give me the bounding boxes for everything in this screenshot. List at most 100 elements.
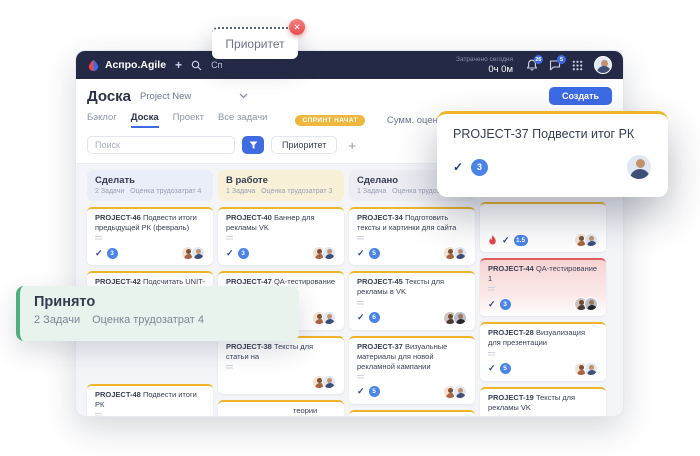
chevron-down-icon[interactable] — [239, 93, 248, 99]
search-input[interactable] — [87, 136, 235, 154]
task-card[interactable]: теории✓3 — [218, 399, 344, 416]
task-card[interactable]: PROJECT-23 Итоги РК✓5 — [349, 409, 475, 417]
priority-tooltip: Приоритет ✕ — [212, 19, 305, 59]
task-id: PROJECT-42 — [95, 277, 143, 287]
task-title: PROJECT-48 Подвести итоги РК — [95, 389, 197, 409]
task-card[interactable]: PROJECT-34 Подготовить тексты и картинки… — [349, 207, 475, 266]
task-card[interactable]: PROJECT-48 Подвести итоги РК✓2 — [87, 383, 213, 416]
estimate-badge: 3 — [471, 158, 489, 176]
task-footer: ✓ 1.5 — [488, 233, 598, 247]
task-card[interactable]: PROJECT-37 Визуальные материалы для ново… — [349, 335, 475, 404]
column-header: Сделать 2 Задачи Оценка трудозатрат 4 — [87, 170, 213, 201]
create-button[interactable]: Создать — [548, 87, 612, 105]
task-card[interactable]: PROJECT-44 QA-тестирование 1 ✓ 3 — [480, 258, 606, 317]
time-value: 0ч 0м — [488, 63, 513, 75]
task-id: PROJECT-47 — [226, 277, 274, 287]
tab-все-задачи[interactable]: Все задачи — [218, 112, 268, 128]
task-meta: ✓ 3 — [488, 298, 511, 310]
logo-icon — [88, 59, 99, 71]
nav-menu-fragment[interactable]: Сп — [211, 60, 222, 70]
man-avatar — [584, 361, 598, 376]
navbar-right: Затрачено сегодня 0ч 0м 26 5 — [456, 55, 612, 75]
task-id: PROJECT-48 — [95, 389, 143, 399]
app-window: Аспро.Agile + Сп Затрачено сегодня 0ч 0м… — [75, 50, 624, 417]
check-icon: ✓ — [488, 298, 496, 309]
avatars — [181, 246, 205, 261]
task-meta: ✓ 5 — [357, 386, 380, 398]
priority-filter-chip[interactable]: Приоритет — [271, 136, 338, 154]
apps-grid-icon[interactable] — [572, 60, 583, 71]
close-icon[interactable]: ✕ — [289, 19, 305, 35]
task-title: PROJECT-46 Подвести итоги предыдущей РК … — [95, 213, 197, 233]
task-card[interactable]: PROJECT-40 Баннер для рекламы VK ✓ 3 — [218, 207, 344, 266]
task-meta: ✓ 5 — [488, 363, 511, 374]
task-title: PROJECT-44 QA-тестирование 1 — [488, 264, 598, 284]
man-avatar — [453, 246, 467, 261]
avatars — [443, 246, 467, 261]
brand[interactable]: Аспро.Agile — [87, 59, 166, 72]
task-id: PROJECT-23 — [357, 416, 405, 417]
board-column: Сделано 1 Задача Оценка трудозатрат 3 PROJ… — [349, 170, 475, 417]
description-icon — [488, 351, 495, 357]
avatars — [574, 361, 598, 376]
man-avatar — [191, 246, 205, 261]
task-card[interactable]: PROJECT-46 Подвести итоги предыдущей РК … — [87, 207, 213, 266]
tab-проект[interactable]: Проект — [173, 112, 204, 128]
sprint-status-badge: СПРИНТ НАЧАТ — [295, 114, 365, 126]
task-meta: ✓ 3 — [226, 247, 249, 259]
check-icon: ✓ — [453, 160, 464, 174]
add-icon[interactable]: + — [175, 58, 182, 72]
description-icon — [357, 374, 364, 380]
task-id: PROJECT-37 — [357, 341, 405, 351]
man-avatar — [322, 374, 336, 389]
task-id: PROJECT-46 — [95, 213, 143, 222]
tab-доска[interactable]: Доска — [130, 112, 159, 128]
task-card[interactable]: ✓ 1.5 — [480, 202, 606, 252]
search-icon[interactable] — [191, 60, 202, 71]
man-avatar — [626, 154, 652, 180]
chat-badge: 5 — [557, 55, 566, 64]
column-title: Сделать — [95, 175, 135, 186]
description-icon — [95, 236, 102, 242]
task-title: теории — [293, 405, 318, 415]
accepted-title: Принято — [34, 294, 96, 310]
avatars — [574, 233, 598, 247]
board-column: ✓ 1.5 PROJECT-44 QA-тестирование 1 ✓ 3 PROJEC… — [480, 170, 606, 416]
task-footer: ✓ 5 — [488, 361, 598, 376]
description-icon — [357, 236, 364, 242]
task-card[interactable]: PROJECT-28 Визуализация для презентации ✓… — [480, 322, 606, 381]
time-tracker[interactable]: Затрачено сегодня 0ч 0м — [456, 56, 513, 75]
task-title: PROJECT-34 Подготовить тексты и картинки… — [357, 213, 457, 233]
tooltip-label: Приоритет — [225, 37, 285, 51]
avatars — [443, 310, 467, 325]
filter-button[interactable] — [242, 136, 264, 154]
estimate-badge: 3 — [237, 247, 249, 259]
description-icon — [226, 364, 233, 370]
floating-task-card[interactable]: PROJECT-37 Подвести итог РК ✓ 3 — [437, 111, 668, 197]
task-meta: ✓ 5 — [357, 247, 380, 259]
check-icon: ✓ — [357, 386, 365, 397]
task-id: PROJECT-28 — [488, 328, 536, 338]
page-title: Доска — [87, 87, 132, 105]
task-meta: ✓ 6 — [357, 312, 380, 323]
task-card[interactable]: PROJECT-45 Тексты для рекламы в VK ✓ 6 — [349, 271, 475, 330]
column-header: В работе 1 Задача Оценка трудозатрат 3 — [218, 170, 344, 201]
task-id: PROJECT-45 — [357, 277, 405, 287]
task-title: PROJECT-40 Баннер для рекламы VK — [226, 213, 315, 233]
bell-icon[interactable]: 26 — [526, 55, 543, 71]
avatars — [574, 297, 598, 312]
add-filter-button[interactable]: + — [348, 138, 356, 153]
task-card[interactable]: PROJECT-19 Тексты для рекламы VK✓1 — [480, 386, 606, 416]
chat-icon[interactable]: 5 — [549, 55, 566, 71]
estimate-badge: 5 — [368, 386, 380, 398]
task-id: PROJECT-19 — [488, 392, 536, 402]
project-selector[interactable]: Project New — [140, 91, 191, 102]
task-card[interactable]: PROJECT-38 Тексты для статьи на — [218, 335, 344, 394]
user-avatar[interactable] — [594, 56, 612, 74]
tab-бэклог[interactable]: Бэклог — [87, 112, 117, 128]
man-avatar — [584, 233, 598, 247]
task-footer: ✓ 5 — [357, 384, 467, 399]
check-icon: ✓ — [357, 247, 365, 258]
man-avatar — [322, 246, 336, 261]
funnel-icon — [249, 141, 257, 149]
